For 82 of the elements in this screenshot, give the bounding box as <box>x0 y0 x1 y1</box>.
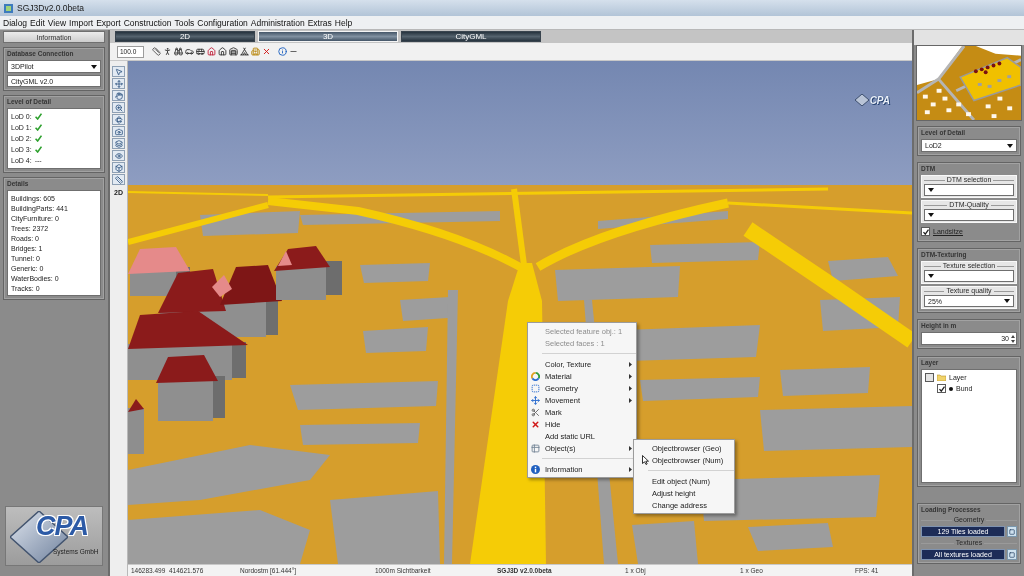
tool-button[interactable] <box>112 78 125 89</box>
camera-icon <box>114 127 123 136</box>
scissors-icon <box>531 407 540 417</box>
eye-icon <box>114 151 123 160</box>
menu-item[interactable]: Configuration <box>197 16 248 29</box>
warehouse-icon[interactable] <box>229 47 238 56</box>
menu-item[interactable]: Tools <box>174 16 195 29</box>
menu-item[interactable]: Edit <box>30 16 45 29</box>
submenu-arrow-icon <box>629 466 632 472</box>
caret-icon <box>928 274 934 278</box>
caret-icon <box>1004 299 1010 303</box>
view-tab[interactable]: 2D <box>115 31 255 42</box>
tool-button[interactable] <box>112 114 125 125</box>
person-icon[interactable] <box>163 47 172 56</box>
menu-item[interactable]: Administration <box>250 16 305 29</box>
cube-icon <box>114 163 123 172</box>
menu-item[interactable]: Export <box>96 16 121 29</box>
binoculars-icon[interactable] <box>174 47 183 56</box>
table-icon <box>531 443 540 453</box>
folder-icon <box>937 374 946 381</box>
menu-item[interactable]: Dialog <box>3 16 28 29</box>
dropdown[interactable] <box>924 209 1014 221</box>
tool-button[interactable] <box>112 162 125 173</box>
tent-icon[interactable] <box>240 47 249 56</box>
layers-icon <box>114 139 123 148</box>
dropdown[interactable] <box>924 184 1014 196</box>
house-icon[interactable] <box>207 47 216 56</box>
move-icon <box>531 395 540 405</box>
menu-item[interactable]: Construction <box>123 16 172 29</box>
info-icon[interactable] <box>278 47 287 56</box>
menu-item[interactable]: Extras <box>307 16 332 29</box>
color-ring-icon <box>531 371 540 381</box>
car-icon[interactable] <box>185 47 194 56</box>
view-tab[interactable]: CityGML <box>401 31 541 42</box>
tool-button[interactable] <box>112 138 125 149</box>
checkbox[interactable] <box>921 227 930 236</box>
menu-item[interactable]: Help <box>334 16 353 29</box>
check-icon <box>922 228 929 235</box>
tile-button[interactable] <box>1007 526 1017 537</box>
caret-icon <box>1007 143 1013 148</box>
tool-button[interactable] <box>112 126 125 137</box>
caret-icon <box>928 188 934 192</box>
app-icon <box>4 3 13 13</box>
window-title: SGJ3Dv2.0.0beta <box>17 3 85 13</box>
paved-area <box>363 327 428 353</box>
mouse-pointer-icon <box>642 455 649 465</box>
move-icon <box>114 79 123 88</box>
close-icon[interactable] <box>262 47 271 56</box>
spinner-arrows-icon <box>1011 334 1015 343</box>
menu-item[interactable]: View <box>47 16 67 29</box>
building-drawing <box>128 399 144 454</box>
paved-area <box>828 257 898 281</box>
tool-button[interactable] <box>112 174 125 185</box>
x-mark-icon <box>531 419 540 429</box>
submenu-arrow-icon <box>629 445 632 451</box>
view-tab[interactable]: 3D <box>258 31 398 42</box>
dashed-square-icon <box>531 383 540 393</box>
dot-icon <box>949 386 953 391</box>
tool-button[interactable] <box>112 150 125 161</box>
paved-area <box>360 263 430 283</box>
checkbox[interactable] <box>937 384 946 393</box>
tile-button[interactable] <box>1007 549 1017 560</box>
tool-button[interactable] <box>112 90 125 101</box>
caret-icon <box>928 213 934 217</box>
zoom-in-icon <box>114 103 123 112</box>
bus-icon[interactable] <box>196 47 205 56</box>
dropdown[interactable] <box>924 270 1014 282</box>
info-icon <box>531 464 540 474</box>
ruler-icon <box>114 175 123 184</box>
ruler-icon[interactable] <box>152 47 161 56</box>
menu-item[interactable]: Import <box>69 16 94 29</box>
pointer-icon <box>114 67 123 76</box>
checkbox[interactable] <box>925 373 934 382</box>
rotate-icon <box>114 115 123 124</box>
house-icon[interactable] <box>218 47 227 56</box>
caret-icon <box>91 64 97 69</box>
hand-icon <box>114 91 123 100</box>
diamond-icon <box>854 94 869 106</box>
tool-button[interactable] <box>112 66 125 77</box>
check-icon <box>938 385 945 392</box>
logo-text: CPA <box>869 94 890 106</box>
tool-button[interactable] <box>112 102 125 113</box>
